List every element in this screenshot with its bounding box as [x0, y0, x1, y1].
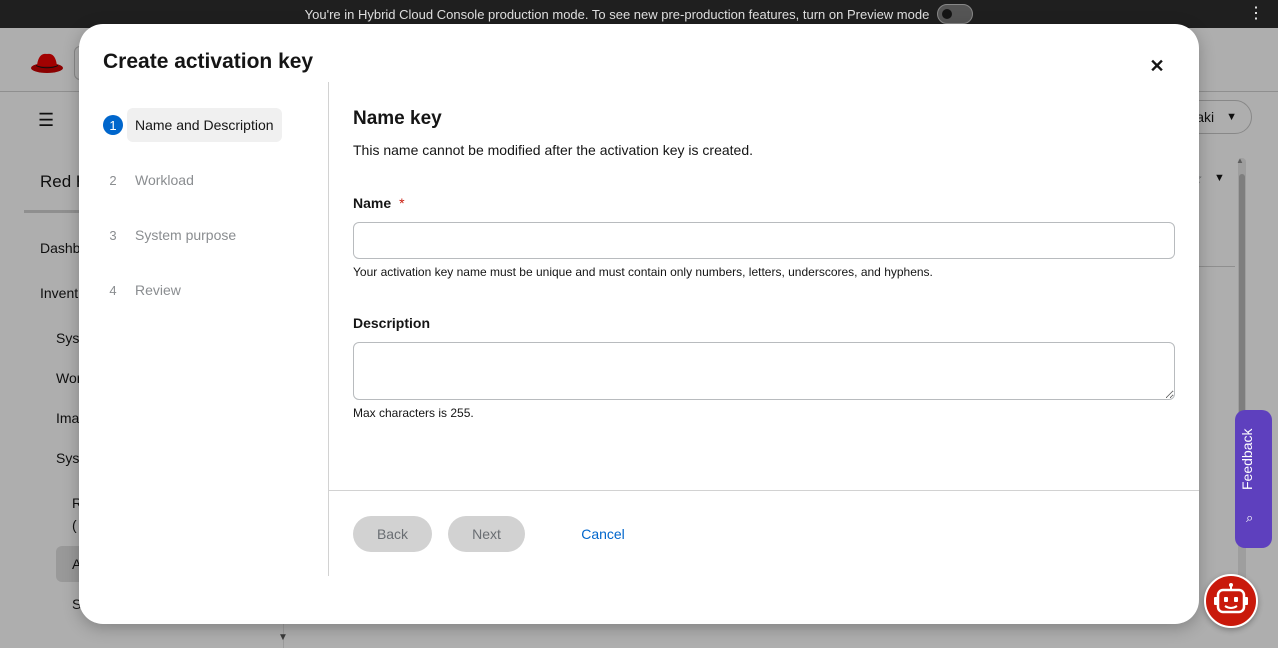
wizard-nav-divider [328, 82, 329, 576]
step-number: 4 [109, 282, 117, 298]
step-label: Workload [135, 172, 194, 188]
wizard-step-name-and-description[interactable]: 1 Name and Description [103, 107, 282, 143]
modal-title: Create activation key [103, 50, 314, 73]
step-label: Review [135, 282, 181, 298]
feedback-chat-icon: ⌕ [1246, 510, 1254, 525]
step-number: 1 [103, 115, 123, 135]
kebab-icon[interactable]: ⋮ [1248, 4, 1264, 24]
step-label: Name and Description [127, 108, 282, 142]
name-helper-text: Your activation key name must be unique … [353, 265, 933, 279]
wizard-step-review[interactable]: 4 Review [103, 272, 181, 308]
close-icon[interactable]: ✕ [1145, 54, 1169, 78]
description-field-label: Description [353, 315, 431, 331]
name-input[interactable] [353, 222, 1175, 259]
back-button[interactable]: Back [353, 516, 432, 552]
preview-banner-text: You're in Hybrid Cloud Console productio… [304, 6, 930, 22]
section-title: Name key [353, 108, 442, 129]
wizard-step-workload[interactable]: 2 Workload [103, 162, 194, 198]
description-textarea[interactable] [353, 342, 1175, 400]
wizard-step-system-purpose[interactable]: 3 System purpose [103, 217, 236, 253]
name-field-label: Name * [353, 195, 405, 211]
step-number: 3 [109, 227, 117, 243]
feedback-tab[interactable]: Feedback ⌕ [1235, 410, 1272, 548]
preview-mode-toggle[interactable] [937, 4, 974, 24]
footer-divider [329, 490, 1199, 491]
wizard-steps-nav: 1 Name and Description 2 Workload 3 Syst… [103, 82, 329, 576]
next-button[interactable]: Next [448, 516, 525, 552]
feedback-label: Feedback [1239, 428, 1255, 490]
robot-face-icon [1214, 583, 1248, 614]
step-label: System purpose [135, 227, 237, 243]
section-description: This name cannot be modified after the a… [353, 142, 753, 158]
create-activation-key-modal: Create activation key ✕ 1 Name and Descr… [79, 24, 1199, 624]
name-label-text: Name [353, 195, 392, 211]
cancel-button[interactable]: Cancel [569, 516, 637, 552]
step-number: 2 [109, 172, 117, 188]
description-helper-text: Max characters is 255. [353, 406, 474, 420]
robot-icon[interactable] [1204, 574, 1258, 628]
required-indicator: * [399, 195, 405, 211]
